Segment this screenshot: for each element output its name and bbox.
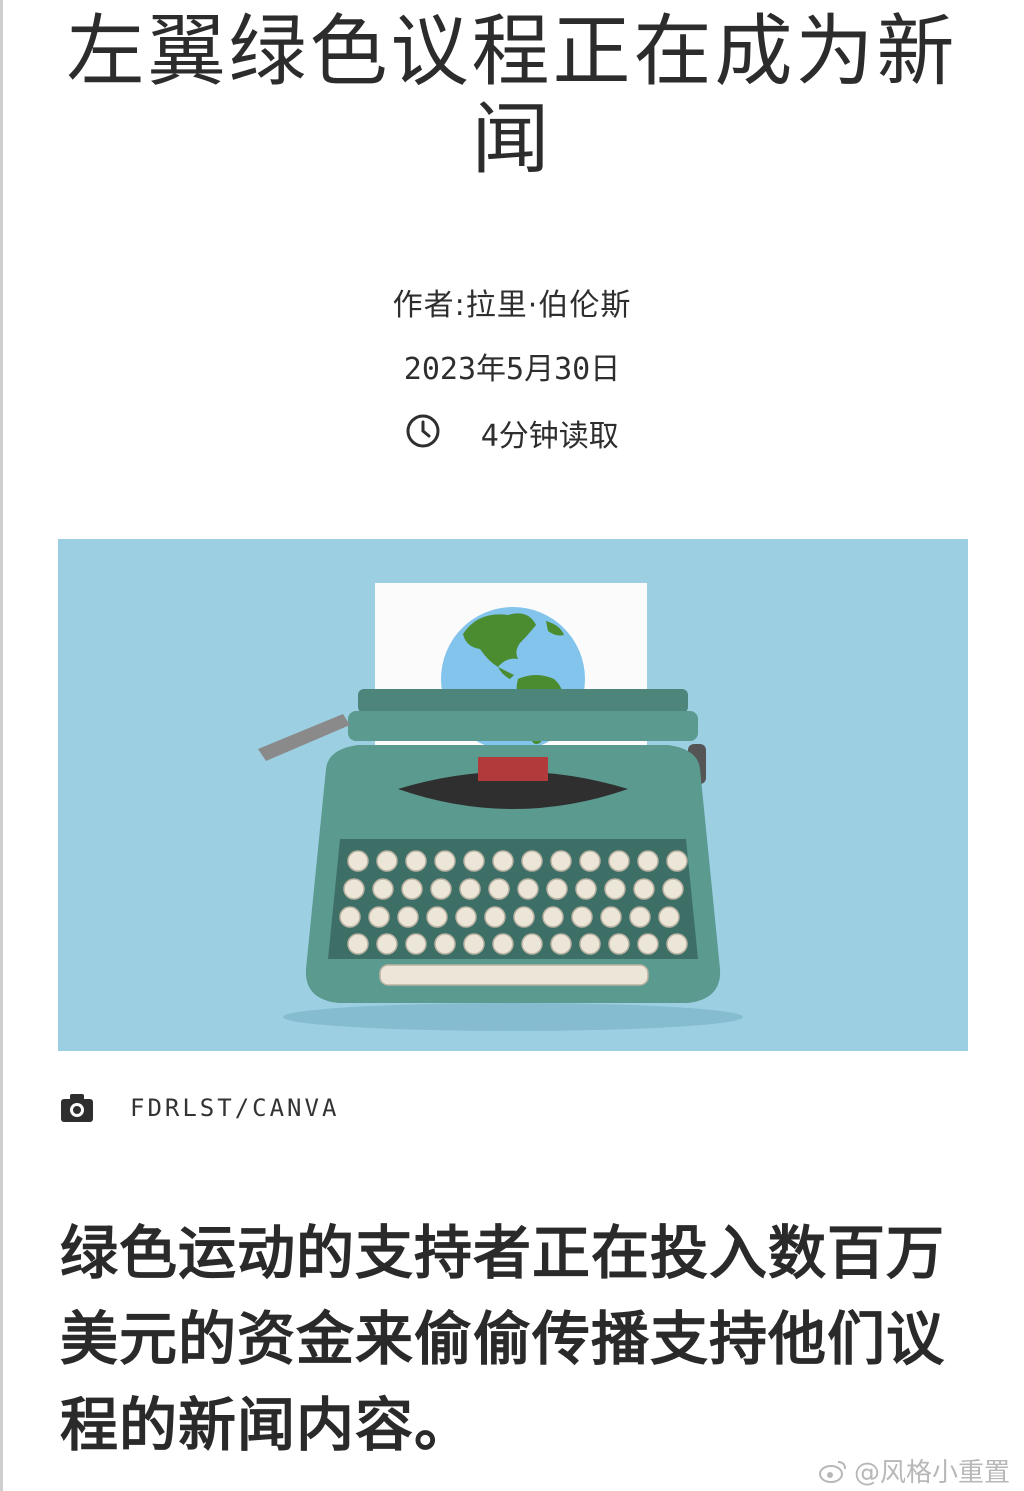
image-credit: FDRLST/CANVA [60,1088,339,1128]
watermark: @风格小重置 [818,1452,1010,1489]
clock-icon [405,413,441,460]
article-date: 2023年5月30日 [403,352,621,387]
typewriter-illustration [58,539,968,1051]
camera-icon [61,1094,93,1122]
article-title: 左翼绿色议程正在成为新闻 [66,7,958,185]
read-time-text: 4分钟读取 [480,418,619,454]
watermark-text: @风格小重置 [853,1458,1010,1488]
image-credit-text: FDRLST/CANVA [130,1094,340,1122]
page-left-border [0,0,3,1491]
read-time: 4分钟读取 [0,413,1024,460]
hero-image [58,539,968,1051]
article-lede: 绿色运动的支持者正在投入数百万美元的资金来偷偷传播支持他们议程的新闻内容。 [60,1219,946,1459]
weibo-icon [818,1460,846,1483]
article-author[interactable]: 作者:拉里·伯伦斯 [0,286,1024,326]
